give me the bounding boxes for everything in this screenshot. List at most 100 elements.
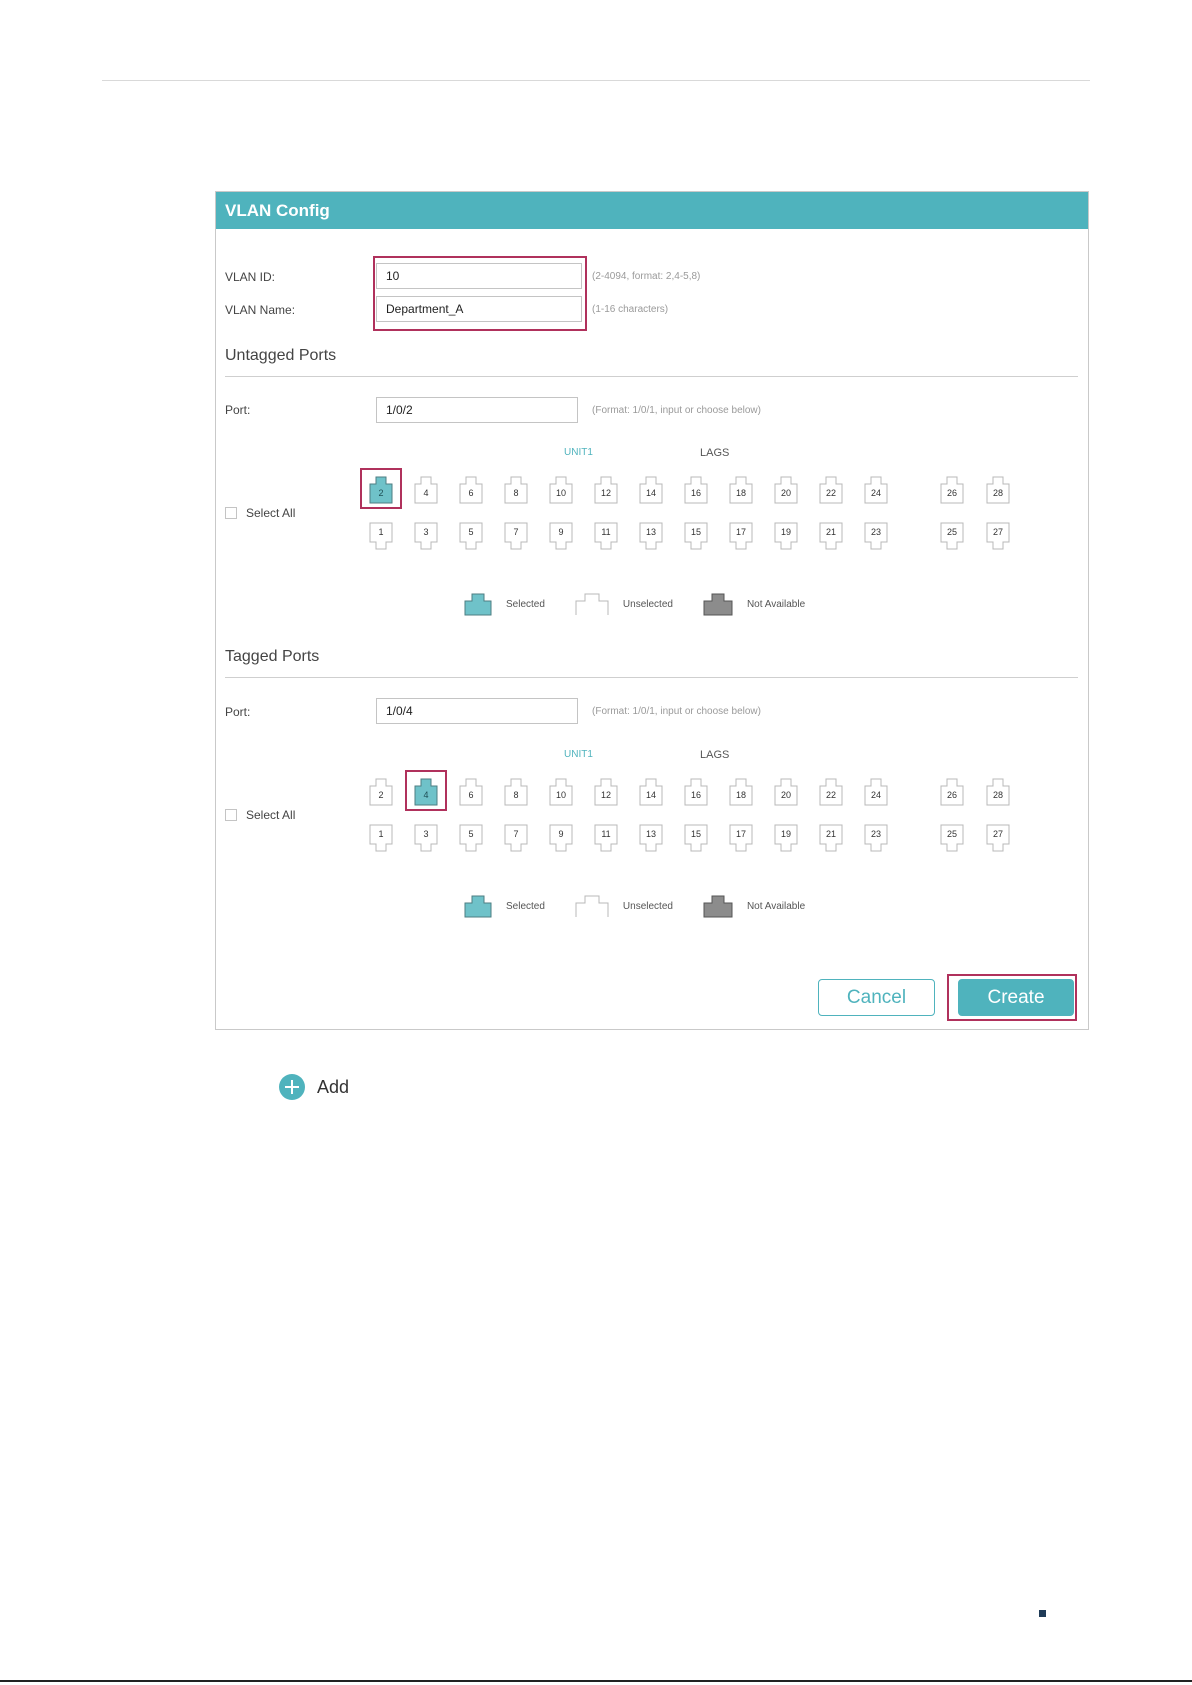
tagged-port-26[interactable]: 26 (940, 776, 964, 806)
untagged-port-15[interactable]: 15 (684, 522, 708, 552)
untagged-port-9[interactable]: 9 (549, 522, 573, 552)
panel-header: VLAN Config (216, 192, 1088, 229)
untagged-port-12[interactable]: 12 (594, 474, 618, 504)
tagged-port-12[interactable]: 12 (594, 776, 618, 806)
tagged-port-20[interactable]: 20 (774, 776, 798, 806)
untagged-port-10[interactable]: 10 (549, 474, 573, 504)
port-number-label: 18 (735, 488, 746, 498)
untagged-port-6[interactable]: 6 (459, 474, 483, 504)
tagged-port-9[interactable]: 9 (549, 824, 573, 854)
tagged-port-27[interactable]: 27 (986, 824, 1010, 854)
untagged-port-16[interactable]: 16 (684, 474, 708, 504)
untagged-ports-title: Untagged Ports (225, 347, 337, 364)
port-number-label: 26 (946, 790, 957, 800)
legend-not-available-icon (703, 593, 733, 616)
untagged-port-11[interactable]: 11 (594, 522, 618, 552)
tagged-port-13[interactable]: 13 (639, 824, 663, 854)
tagged-legend: Selected Unselected Not Available (464, 894, 835, 918)
port-number-label: 11 (601, 527, 611, 537)
untagged-port-3[interactable]: 3 (414, 522, 438, 552)
add-button[interactable]: Add (279, 1074, 349, 1100)
tagged-port-19[interactable]: 19 (774, 824, 798, 854)
cancel-button[interactable]: Cancel (818, 979, 935, 1016)
tagged-port-21[interactable]: 21 (819, 824, 843, 854)
bottom-divider (0, 1680, 1192, 1682)
tagged-port-17[interactable]: 17 (729, 824, 753, 854)
untagged-port-24[interactable]: 24 (864, 474, 888, 504)
port-number-label: 16 (690, 790, 701, 800)
port-number-label: 1 (378, 527, 384, 537)
untagged-port-22[interactable]: 22 (819, 474, 843, 504)
untagged-port-18[interactable]: 18 (729, 474, 753, 504)
panel-title: VLAN Config (225, 201, 330, 220)
untagged-port-19[interactable]: 19 (774, 522, 798, 552)
port-number-label: 15 (690, 829, 701, 839)
untagged-port-label: Port: (225, 403, 251, 417)
untagged-select-all[interactable]: Select All (225, 506, 295, 520)
tagged-port-10[interactable]: 10 (549, 776, 573, 806)
port-number-label: 17 (735, 829, 746, 839)
tagged-port-28[interactable]: 28 (986, 776, 1010, 806)
tagged-select-all-checkbox[interactable] (225, 809, 237, 821)
port-number-label: 21 (825, 527, 836, 537)
tagged-divider (225, 677, 1078, 678)
port-number-label: 22 (825, 488, 836, 498)
untagged-port-8[interactable]: 8 (504, 474, 528, 504)
legend-not-available-label: Not Available (746, 900, 806, 912)
untagged-port-13[interactable]: 13 (639, 522, 663, 552)
untagged-port-26[interactable]: 26 (940, 474, 964, 504)
tagged-port-22[interactable]: 22 (819, 776, 843, 806)
untagged-port-1[interactable]: 1 (369, 522, 393, 552)
untagged-port-14[interactable]: 14 (639, 474, 663, 504)
tagged-port-14[interactable]: 14 (639, 776, 663, 806)
tagged-port-1[interactable]: 1 (369, 824, 393, 854)
tagged-port-input[interactable]: 1/0/4 (376, 698, 578, 724)
untagged-port-17[interactable]: 17 (729, 522, 753, 552)
tagged-port-24[interactable]: 24 (864, 776, 888, 806)
untagged-port-4[interactable]: 4 (414, 474, 438, 504)
untagged-port-25[interactable]: 25 (940, 522, 964, 552)
tagged-port-8[interactable]: 8 (504, 776, 528, 806)
tagged-port-23[interactable]: 23 (864, 824, 888, 854)
untagged-port-27[interactable]: 27 (986, 522, 1010, 552)
untagged-port-20[interactable]: 20 (774, 474, 798, 504)
port-number-label: 9 (558, 829, 564, 839)
port-number-label: 5 (468, 829, 474, 839)
tagged-port-16[interactable]: 16 (684, 776, 708, 806)
tagged-port-15[interactable]: 15 (684, 824, 708, 854)
tagged-port-11[interactable]: 11 (594, 824, 618, 854)
untagged-port-21[interactable]: 21 (819, 522, 843, 552)
tagged-port-6[interactable]: 6 (459, 776, 483, 806)
port-number-label: 10 (555, 790, 566, 800)
legend-selected-label: Selected (506, 598, 545, 610)
tagged-port-25[interactable]: 25 (940, 824, 964, 854)
untagged-port-28[interactable]: 28 (986, 474, 1010, 504)
port-number-label: 14 (645, 790, 656, 800)
port-number-label: 6 (468, 488, 474, 498)
tagged-port-3[interactable]: 3 (414, 824, 438, 854)
port-number-label: 23 (870, 829, 881, 839)
untagged-select-all-checkbox[interactable] (225, 507, 237, 519)
port-number-label: 19 (780, 829, 791, 839)
untagged-port-23[interactable]: 23 (864, 522, 888, 552)
legend-selected: Selected (464, 592, 545, 616)
plus-circle-icon (279, 1074, 305, 1100)
port-number-label: 6 (468, 790, 474, 800)
untagged-port-7[interactable]: 7 (504, 522, 528, 552)
untagged-port-input[interactable]: 1/0/2 (376, 397, 578, 423)
tagged-port-2[interactable]: 2 (369, 776, 393, 806)
untagged-port-5[interactable]: 5 (459, 522, 483, 552)
legend-unselected-label: Unselected (622, 900, 673, 912)
legend-selected: Selected (464, 894, 545, 918)
port-number-label: 19 (780, 527, 791, 537)
port-number-label: 24 (870, 488, 881, 498)
tagged-port-18[interactable]: 18 (729, 776, 753, 806)
tagged-port-7[interactable]: 7 (504, 824, 528, 854)
port-number-label: 3 (423, 829, 429, 839)
tagged-port-5[interactable]: 5 (459, 824, 483, 854)
tagged-lags-label: LAGS (700, 749, 730, 761)
tagged-select-all[interactable]: Select All (225, 808, 295, 822)
page-marker (1039, 1610, 1046, 1617)
top-divider (102, 80, 1090, 81)
port-number-label: 23 (870, 527, 881, 537)
